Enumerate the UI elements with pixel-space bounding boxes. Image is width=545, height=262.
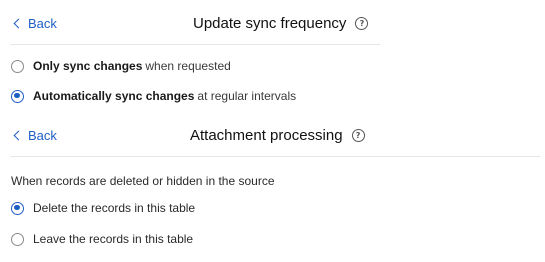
attachment-option-1-label: Delete the records in this table: [33, 201, 196, 215]
attachment-back-label: Back: [28, 127, 57, 143]
attachment-option-leave[interactable]: Leave the records in this table: [11, 230, 193, 248]
sync-title: Update sync frequency: [193, 14, 347, 32]
attachment-header: Back Attachment processing ?: [0, 124, 545, 148]
radio-delete-records[interactable]: [11, 201, 24, 215]
sync-header: Back Update sync frequency ?: [0, 12, 545, 36]
chevron-left-icon: [13, 130, 24, 141]
sync-back-label: Back: [28, 15, 57, 31]
sync-divider: [10, 44, 380, 45]
attachment-title-wrap: Attachment processing ?: [190, 124, 365, 146]
sync-option-automatic[interactable]: Automatically sync changes at regular in…: [11, 87, 296, 105]
attachment-divider: [10, 156, 540, 157]
sync-option-1-bold: Only sync changes: [33, 59, 143, 73]
sync-option-2-rest: at regular intervals: [197, 89, 297, 103]
sync-option-only-requested[interactable]: Only sync changes when requested: [11, 57, 231, 75]
question-circle-icon[interactable]: ?: [351, 128, 365, 142]
sync-option-2-bold: Automatically sync changes: [33, 89, 195, 103]
attachment-question: When records are deleted or hidden in th…: [11, 174, 275, 188]
sync-title-wrap: Update sync frequency ?: [193, 12, 369, 34]
attachment-title: Attachment processing: [190, 126, 343, 144]
sync-back-button[interactable]: Back: [13, 12, 57, 34]
attachment-option-delete[interactable]: Delete the records in this table: [11, 199, 195, 217]
attachment-back-button[interactable]: Back: [13, 124, 57, 146]
sync-option-1-rest: when requested: [145, 59, 231, 73]
radio-leave-records[interactable]: [11, 232, 24, 246]
chevron-left-icon: [13, 18, 24, 29]
radio-automatic-sync[interactable]: [11, 89, 24, 103]
question-circle-icon[interactable]: ?: [355, 16, 369, 30]
radio-only-sync[interactable]: [11, 59, 24, 73]
attachment-option-2-label: Leave the records in this table: [33, 232, 194, 246]
